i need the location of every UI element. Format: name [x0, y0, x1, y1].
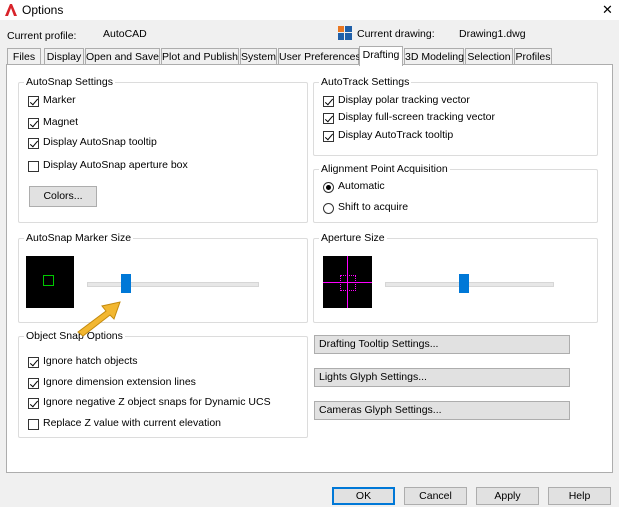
polar-tracking-checkbox[interactable] [323, 96, 334, 107]
aperture-size-title: Aperture Size [319, 232, 387, 244]
object-snap-options-group: Object Snap Options Ignore hatch objects… [18, 330, 308, 438]
aperture-size-group: Aperture Size [313, 232, 598, 323]
autosnap-settings-title: AutoSnap Settings [24, 76, 115, 88]
current-profile-label: Current profile: [7, 30, 77, 42]
current-profile-value: AutoCAD [103, 28, 147, 40]
tab-3d-modeling[interactable]: 3D Modeling [404, 48, 464, 65]
magnet-checkbox[interactable] [28, 118, 39, 129]
cameras-glyph-settings-button[interactable]: Cameras Glyph Settings... [314, 401, 570, 420]
current-drawing-value: Drawing1.dwg [459, 28, 526, 40]
drawing-icon [338, 26, 352, 40]
colors-button[interactable]: Colors... [29, 186, 97, 207]
autotrack-settings-title: AutoTrack Settings [319, 76, 412, 88]
tab-drafting[interactable]: Drafting [359, 46, 403, 66]
shift-to-acquire-radio[interactable] [323, 203, 334, 214]
marker-label: Marker [43, 94, 76, 106]
marker-size-slider-thumb[interactable] [121, 274, 131, 293]
autotrack-settings-group: AutoTrack Settings Display polar trackin… [313, 76, 598, 156]
aperture-box-label: Display AutoSnap aperture box [43, 159, 188, 171]
ignore-hatch-checkbox[interactable] [28, 357, 39, 368]
aperture-size-track[interactable] [385, 282, 554, 287]
aperture-size-slider-thumb[interactable] [459, 274, 469, 293]
ok-button[interactable]: OK [332, 487, 395, 505]
magnet-label: Magnet [43, 116, 79, 128]
cancel-button[interactable]: Cancel [404, 487, 467, 505]
marker-size-group: AutoSnap Marker Size [18, 232, 308, 323]
autotrack-tooltip-label: Display AutoTrack tooltip [338, 129, 454, 141]
fullscreen-tracking-checkbox[interactable] [323, 113, 334, 124]
ignore-dimension-checkbox[interactable] [28, 378, 39, 389]
autocad-logo-icon [5, 4, 17, 16]
automatic-label: Automatic [338, 180, 385, 192]
ignore-negative-z-label: Ignore negative Z object snaps for Dynam… [43, 396, 271, 408]
tab-selection[interactable]: Selection [465, 48, 513, 65]
tab-files[interactable]: Files [7, 48, 41, 65]
drafting-tooltip-settings-button[interactable]: Drafting Tooltip Settings... [314, 335, 570, 354]
aperture-box-checkbox[interactable] [28, 161, 39, 172]
green-marker-icon [43, 275, 54, 286]
automatic-radio[interactable] [323, 182, 334, 193]
autosnap-tooltip-label: Display AutoSnap tooltip [43, 136, 157, 148]
help-button[interactable]: Help [548, 487, 611, 505]
polar-tracking-label: Display polar tracking vector [338, 94, 470, 106]
replace-z-label: Replace Z value with current elevation [43, 417, 222, 429]
tab-system[interactable]: System [240, 48, 277, 65]
tab-plot-and-publish[interactable]: Plot and Publish [161, 48, 239, 65]
autosnap-tooltip-checkbox[interactable] [28, 138, 39, 149]
alignment-point-group: Alignment Point Acquisition Automatic Sh… [313, 163, 598, 223]
current-drawing-label: Current drawing: [357, 28, 435, 40]
tab-profiles[interactable]: Profiles [514, 48, 552, 65]
apply-button[interactable]: Apply [476, 487, 539, 505]
marker-size-title: AutoSnap Marker Size [24, 232, 134, 244]
ignore-dimension-label: Ignore dimension extension lines [43, 376, 196, 388]
tab-user-preferences[interactable]: User Preferences [278, 48, 361, 65]
alignment-point-title: Alignment Point Acquisition [319, 163, 450, 175]
ignore-hatch-label: Ignore hatch objects [43, 355, 138, 367]
lights-glyph-settings-button[interactable]: Lights Glyph Settings... [314, 368, 570, 387]
aperture-preview [323, 256, 372, 308]
window-title: Options [22, 3, 64, 17]
autosnap-settings-group: AutoSnap Settings Marker Magnet Display … [18, 76, 308, 223]
marker-size-track[interactable] [87, 282, 259, 287]
close-icon[interactable]: ✕ [602, 2, 613, 18]
marker-preview [26, 256, 74, 308]
aperture-box-icon [340, 275, 356, 291]
autotrack-tooltip-checkbox[interactable] [323, 131, 334, 142]
shift-to-acquire-label: Shift to acquire [338, 201, 409, 213]
fullscreen-tracking-label: Display full-screen tracking vector [338, 111, 495, 123]
drafting-panel: AutoSnap Settings Marker Magnet Display … [6, 64, 613, 473]
ignore-negative-z-checkbox[interactable] [28, 398, 39, 409]
tab-display[interactable]: Display [44, 48, 84, 65]
replace-z-checkbox[interactable] [28, 419, 39, 430]
tab-open-and-save[interactable]: Open and Save [85, 48, 160, 65]
annotation-arrow [77, 301, 121, 337]
marker-checkbox[interactable] [28, 96, 39, 107]
title-bar [0, 0, 619, 20]
